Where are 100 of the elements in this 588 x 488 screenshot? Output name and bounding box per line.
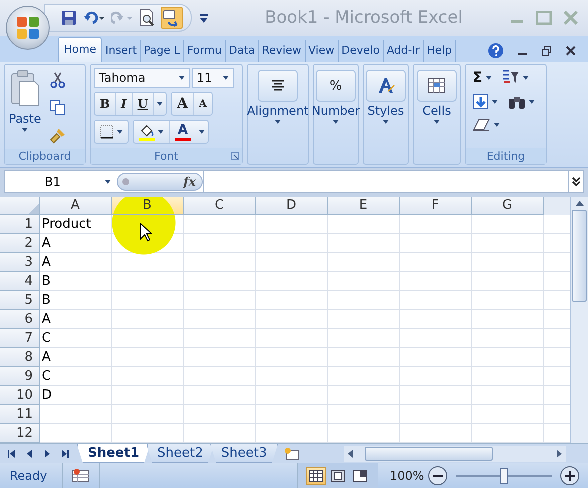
caret-icon (179, 76, 185, 80)
column-header[interactable]: G (472, 197, 544, 216)
caret-icon (494, 123, 500, 127)
row-header[interactable]: 4 (0, 272, 40, 292)
sheet-tab[interactable]: Sheet1 (77, 444, 151, 464)
macro-record-icon[interactable] (72, 468, 90, 483)
row-header[interactable]: 7 (0, 329, 40, 348)
styles-icon (376, 76, 396, 96)
scrollbar-thumb[interactable] (572, 210, 587, 302)
copy-icon[interactable] (50, 100, 66, 116)
scroll-right-icon[interactable] (557, 450, 562, 458)
undo-icon[interactable] (83, 11, 105, 25)
next-sheet-icon[interactable] (44, 450, 51, 458)
swatch-bar-icon (175, 138, 191, 141)
caret-icon (486, 76, 492, 80)
percent-glyph: % (330, 78, 342, 94)
zoom-in-icon[interactable] (560, 466, 580, 486)
binoculars-icon[interactable] (508, 94, 526, 110)
customize-toolbar-icon[interactable] (200, 14, 208, 22)
table-cell-text: A (41, 311, 52, 330)
borders-icon (100, 125, 114, 139)
zoom-slider-thumb[interactable] (500, 468, 508, 484)
caret-icon (199, 130, 205, 134)
restore-icon[interactable] (542, 46, 552, 56)
caret-icon (529, 100, 535, 104)
caret-icon (157, 102, 164, 106)
ribbon-tab[interactable]: Home (58, 37, 102, 62)
caret-icon (117, 130, 123, 134)
font-name-field[interactable]: Tahoma (94, 68, 190, 88)
insert-function-button[interactable]: fx (117, 172, 203, 191)
view-button[interactable] (306, 466, 326, 485)
help-icon[interactable] (488, 43, 504, 59)
table-cell-text: C (41, 368, 52, 386)
page-layout-icon (331, 470, 345, 482)
row-header[interactable]: 2 (0, 234, 40, 254)
sheet-tab[interactable]: Sheet2 (146, 444, 214, 464)
column-header[interactable]: A (40, 197, 112, 216)
sheet-tab[interactable]: Sheet3 (210, 444, 278, 464)
scrollbar-thumb[interactable] (365, 446, 493, 461)
row-header[interactable]: 11 (0, 405, 40, 424)
scroll-up-icon[interactable] (576, 201, 584, 206)
row-header[interactable]: 12 (0, 424, 40, 444)
format-painter-icon[interactable] (50, 128, 66, 144)
number-button[interactable]: % Number (310, 68, 362, 126)
row-header[interactable]: 8 (0, 348, 40, 368)
previous-sheet-icon[interactable] (26, 450, 33, 458)
normal-view-icon (309, 470, 323, 482)
scroll-left-icon[interactable] (348, 450, 353, 458)
row-header[interactable]: 10 (0, 386, 40, 406)
window-title: Book1 - Microsoft Excel (264, 8, 464, 28)
print-preview-icon[interactable] (139, 9, 155, 27)
caret-icon (105, 180, 111, 184)
column-header[interactable]: F (400, 197, 472, 216)
table-cell-text: Product (41, 216, 92, 234)
zoom-level[interactable]: 100% (390, 468, 424, 483)
paste-button[interactable]: Paste (8, 68, 42, 134)
caret-icon (22, 128, 28, 132)
grow-font-button[interactable]: A (172, 93, 194, 115)
italic-button[interactable]: I (116, 93, 133, 115)
status-text: Ready (0, 463, 63, 488)
table-cell-text: D (41, 387, 54, 406)
column-header[interactable]: C (184, 197, 256, 216)
name-box[interactable]: B1 (5, 174, 117, 189)
sort-filter-icon[interactable] (502, 70, 520, 86)
table-cell-text: B (41, 273, 52, 292)
fill-down-icon[interactable] (473, 94, 489, 110)
handle-icon (122, 178, 130, 186)
row-header[interactable]: 6 (0, 310, 40, 330)
eraser-icon[interactable] (473, 118, 491, 132)
group-label: Editing (466, 148, 546, 164)
expand-icon[interactable] (572, 176, 580, 187)
cursor-highlight (112, 215, 176, 256)
column-header[interactable]: D (256, 197, 328, 216)
table-cell-text: A (41, 349, 52, 368)
column-header[interactable]: E (328, 197, 400, 216)
office-logo-icon (16, 16, 40, 40)
row-header[interactable]: 9 (0, 367, 40, 386)
save-icon[interactable] (61, 10, 77, 26)
last-sheet-icon[interactable] (62, 450, 69, 458)
table-cell-text: A (41, 235, 52, 254)
shrink-font-button[interactable]: A (194, 93, 212, 115)
column-header[interactable]: B (112, 197, 184, 216)
first-sheet-icon[interactable] (8, 450, 15, 458)
table-cell-text: C (41, 330, 52, 348)
row-header[interactable]: 3 (0, 253, 40, 272)
new-sheet-icon[interactable] (284, 446, 300, 461)
table-cell-text: B (41, 292, 52, 310)
close-icon[interactable] (566, 46, 576, 56)
dialog-launcher-icon[interactable] (231, 152, 239, 160)
caret-icon (383, 120, 389, 124)
autosum-button[interactable]: Σ (473, 70, 492, 86)
font-size-field[interactable]: 11 (192, 68, 234, 88)
cut-icon[interactable] (50, 72, 66, 88)
zoom-out-icon[interactable] (428, 466, 448, 486)
row-header[interactable]: 5 (0, 291, 40, 310)
caret-icon (522, 76, 529, 80)
row-header[interactable]: 1 (0, 215, 40, 234)
underline-button[interactable]: U (132, 93, 154, 115)
bold-button[interactable]: B (95, 93, 116, 115)
caret-icon (333, 120, 339, 124)
